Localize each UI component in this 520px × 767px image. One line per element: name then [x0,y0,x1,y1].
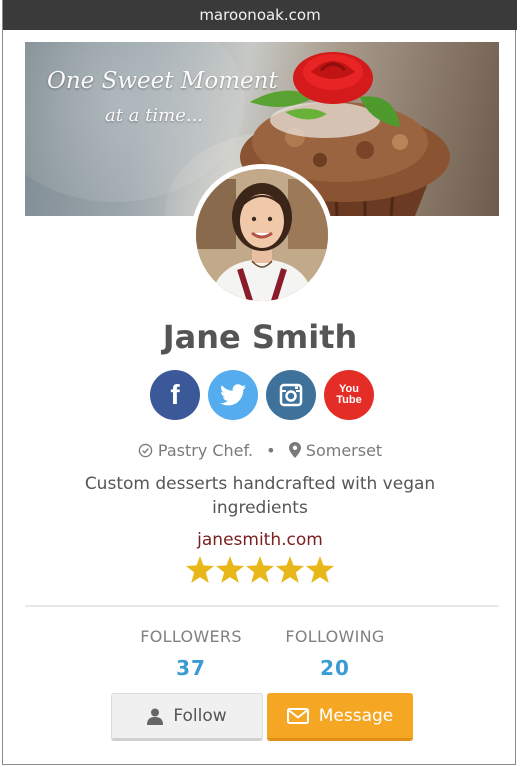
message-button-label: Message [318,705,394,726]
profile-location: Somerset [305,441,383,460]
meta-separator: • [266,441,276,460]
following-label: FOLLOWING [285,627,385,646]
envelope-icon [286,707,309,724]
avatar-photo [196,169,328,301]
followers-label: FOLLOWERS [140,627,242,646]
twitter-button[interactable] [208,370,258,420]
facebook-button[interactable]: f [150,370,200,420]
cover-tagline-line1: One Sweet Moment [47,68,278,94]
star-icon [276,556,304,583]
check-circle-icon [138,443,153,458]
follow-button[interactable]: Follow [111,693,263,741]
avatar[interactable] [191,164,333,306]
browser-url-bar[interactable]: maroonoak.com [3,0,517,30]
twitter-icon [220,384,246,406]
star-icon [216,556,244,583]
follow-button-label: Follow [173,706,227,726]
cover-tagline-line2: at a time... [105,105,204,126]
divider [25,605,499,607]
map-pin-icon [288,442,301,458]
star-icon [306,556,334,583]
user-icon [147,708,164,725]
profile-name: Jane Smith [162,318,358,356]
following-count[interactable]: 20 [273,656,397,680]
url-text: maroonoak.com [199,6,321,24]
profile-meta: Pastry Chef. • Somerset [3,441,517,460]
facebook-icon: f [170,379,180,410]
profile-website-link[interactable]: janesmith.com [3,530,517,550]
youtube-icon: You Tube [336,383,362,406]
profile-role: Pastry Chef. [157,441,254,460]
star-icon [186,556,214,583]
star-icon [246,556,274,583]
page-frame: maroonoak.com One Sweet Moment at a time… [2,0,517,765]
instagram-icon [279,383,303,407]
message-button[interactable]: Message [267,693,413,741]
followers-count[interactable]: 37 [131,656,251,680]
profile-bio: Custom desserts handcrafted with vegan i… [84,474,436,518]
social-links: f You Tube [150,370,380,422]
youtube-button[interactable]: You Tube [324,370,374,420]
instagram-button[interactable] [266,370,316,420]
rating-stars [186,556,336,588]
